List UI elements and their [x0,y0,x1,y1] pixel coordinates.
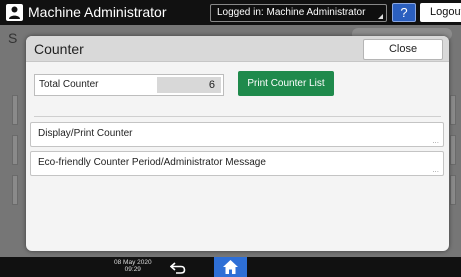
total-counter-row: Total Counter 6 [34,74,224,96]
logout-label: Logout [430,6,461,18]
background-edge [12,175,18,205]
background-edge [450,175,456,205]
background-edge [450,95,456,125]
date-time: 08 May 2020 09:29 [114,259,152,273]
total-counter-value: 6 [157,77,221,93]
user-icon [6,4,23,21]
background-edge [450,135,456,165]
menu-item-display-print-counter[interactable]: Display/Print Counter ... [30,122,444,147]
background-edge [12,135,18,165]
dialog-header: Counter Close [26,36,449,62]
menu-item-label: Display/Print Counter [38,128,133,139]
date-text: 08 May 2020 [114,259,152,266]
help-button[interactable]: ? [392,3,416,22]
close-button[interactable]: Close [363,39,443,60]
dialog-title: Counter [34,41,84,57]
more-indicator: ... [432,165,439,174]
home-button[interactable] [214,257,247,277]
login-status[interactable]: Logged in: Machine Administrator [210,4,387,22]
top-bar: Machine Administrator Logged in: Machine… [0,0,461,25]
bottom-bar: 08 May 2020 09:29 [0,257,461,277]
home-icon [223,260,238,274]
total-counter-label: Total Counter [39,79,99,90]
login-status-text: Logged in: Machine Administrator [217,7,366,18]
print-counter-list-button[interactable]: Print Counter List [238,71,334,96]
menu-item-label: Eco-friendly Counter Period/Administrato… [38,157,266,168]
background-partial-text: S [8,30,18,46]
background-edge [12,95,18,125]
menu-item-eco-friendly-counter[interactable]: Eco-friendly Counter Period/Administrato… [30,151,444,176]
section-divider [34,116,441,117]
expand-corner-icon [378,14,383,19]
counter-dialog: Counter Close Total Counter 6 Print Coun… [26,36,449,251]
back-arrow-icon[interactable] [169,261,186,277]
logout-button[interactable]: Logout ( [420,3,461,22]
app-title: Machine Administrator [28,4,167,20]
time-text: 09:29 [124,266,141,273]
more-indicator: ... [432,136,439,145]
